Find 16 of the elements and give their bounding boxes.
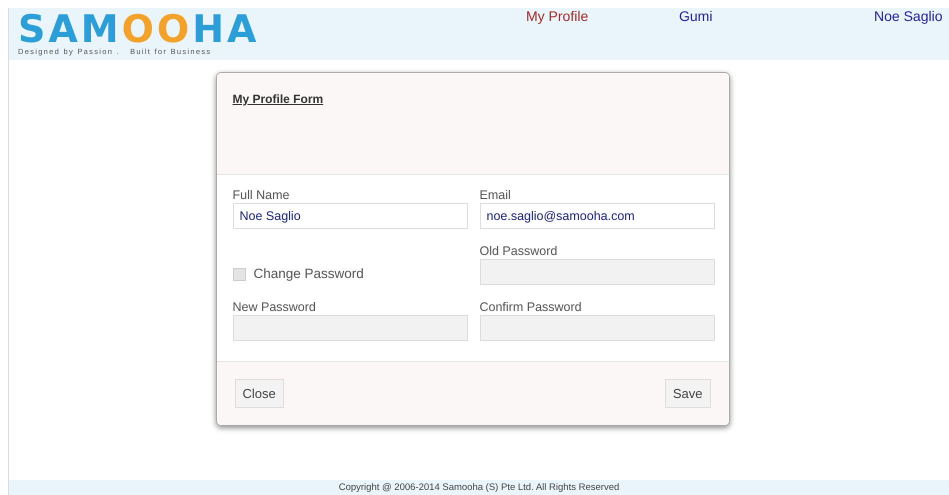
logo-wordmark: SAM OO HA (18, 12, 260, 46)
field-label: Old Password (480, 243, 558, 259)
dialog-title: My Profile Form (232, 92, 324, 106)
field-label: Confirm Password (480, 299, 583, 315)
field-label: New Password (232, 299, 317, 315)
save-button[interactable]: Save (664, 379, 710, 408)
checkbox-label: Change Password (254, 266, 364, 282)
field-label: Full Name (232, 187, 290, 203)
nav-link[interactable]: Gumi (679, 8, 712, 24)
copyright-text: Copyright @ 2006-2014 Samooha (S) Pte Ltd. All Rights Reserved (338, 482, 620, 493)
nav-link[interactable]: Noe Saglio (874, 8, 942, 24)
field-label: Email (480, 187, 512, 203)
input-field[interactable]: noe.saglio@samooha.com (480, 203, 714, 229)
close-button[interactable]: Close (234, 379, 284, 408)
nav-link[interactable]: My Profile (526, 8, 588, 24)
input-field[interactable]: Noe Saglio (232, 203, 468, 229)
